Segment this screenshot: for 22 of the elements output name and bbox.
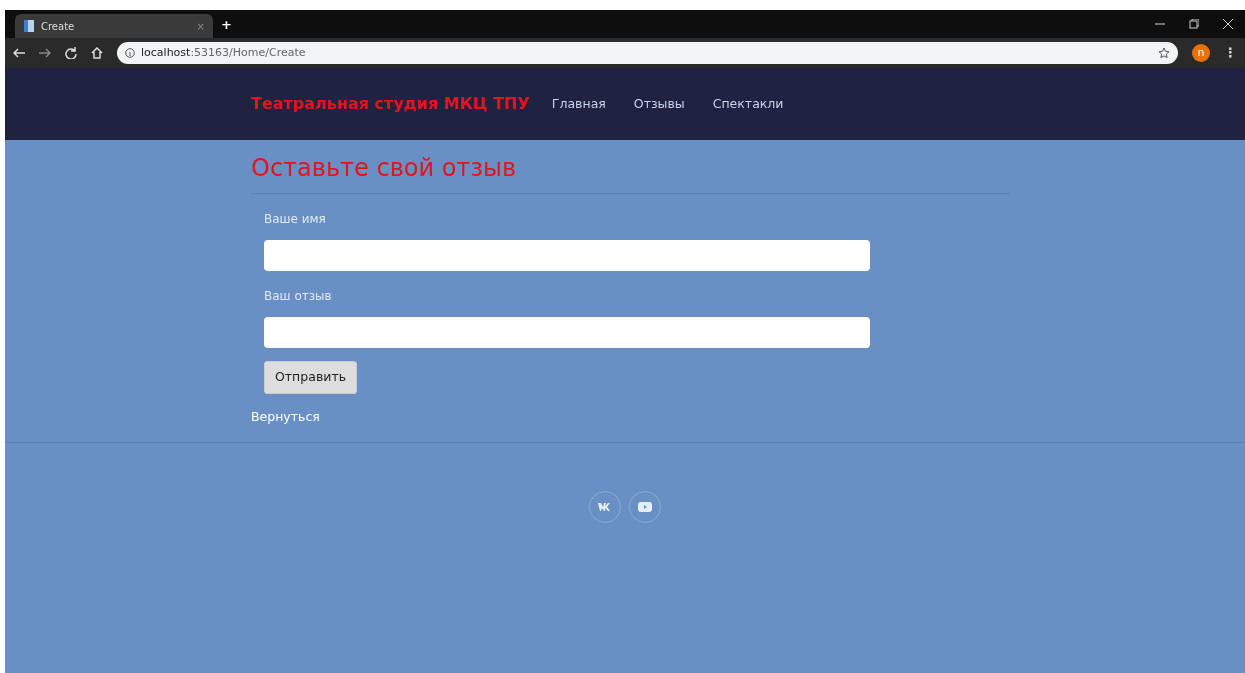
browser-tab[interactable]: Create × (15, 14, 213, 38)
home-icon[interactable] (91, 47, 103, 59)
nav-link[interactable]: Спектакли (698, 94, 798, 114)
input-field[interactable] (264, 239, 870, 271)
field-label: Ваш отзыв (264, 287, 333, 305)
nav-link[interactable]: Отзывы (619, 94, 699, 114)
reload-icon[interactable] (65, 47, 77, 59)
nav-link[interactable]: Главная (537, 94, 620, 114)
address-bar[interactable]: localhost:53163/Home/Create (117, 42, 1178, 64)
field-label: Ваше имя (264, 210, 327, 228)
new-tab-button[interactable]: + (221, 14, 232, 34)
input-field[interactable] (264, 316, 870, 348)
tab-title: Create (41, 19, 75, 34)
menu-button[interactable]: ⋮ (1224, 43, 1237, 63)
info-icon (125, 48, 135, 58)
url-text: localhost:53163/Home/Create (141, 44, 306, 61)
submit-button[interactable]: Отправить (264, 360, 358, 394)
page-icon (23, 20, 35, 32)
back-icon[interactable] (13, 47, 25, 59)
page-heading: Оставьте свой отзыв (251, 154, 518, 183)
star-icon[interactable] (1158, 47, 1170, 59)
forward-icon[interactable] (39, 47, 51, 59)
